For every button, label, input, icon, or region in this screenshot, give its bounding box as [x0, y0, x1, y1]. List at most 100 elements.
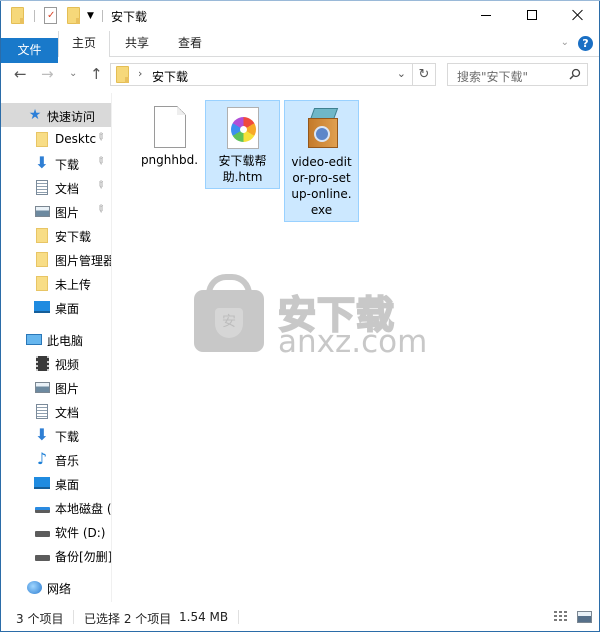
video-icon — [34, 355, 50, 371]
properties-icon[interactable]: ✓ — [44, 7, 57, 24]
sidebar-item-label: 图片 — [55, 206, 80, 220]
address-dropdown-icon[interactable]: ⌄ — [397, 67, 406, 80]
sidebar-item-label: Desktc — [55, 132, 97, 146]
sidebar-item-desktop-folder[interactable]: Desktc ✎ — [1, 127, 111, 151]
status-divider — [73, 610, 74, 624]
sidebar-item-videos[interactable]: 视频 — [1, 351, 111, 375]
search-box[interactable]: 搜索"安下载" — [447, 63, 588, 86]
drive-icon — [34, 523, 50, 539]
recent-locations-button[interactable]: ⌄ — [69, 66, 77, 82]
forward-button[interactable]: → — [41, 66, 54, 82]
customize-dropdown-icon[interactable]: ▼ — [87, 11, 94, 29]
new-folder-icon[interactable] — [67, 7, 80, 24]
breadcrumb-current[interactable]: 安下载 — [152, 68, 188, 85]
close-button[interactable] — [555, 0, 600, 30]
search-icon[interactable] — [569, 68, 581, 80]
folder-icon — [34, 131, 50, 147]
file-item[interactable]: pnghhbd. — [132, 100, 207, 171]
sidebar-item-label: 网络 — [47, 582, 72, 596]
sidebar-item-backup-drive[interactable]: 备份[勿删] — [1, 543, 111, 567]
watermark-url: anxz.com — [278, 324, 428, 360]
folder-icon — [34, 251, 50, 267]
minimize-icon — [481, 14, 491, 16]
large-icons-view-button[interactable] — [577, 611, 592, 623]
sidebar-item-pc-pictures[interactable]: 图片 — [1, 375, 111, 399]
sidebar-item-label: 备份[勿删] — [55, 550, 111, 564]
search-input[interactable]: 搜索"安下载" — [457, 68, 528, 85]
folder-icon — [11, 7, 24, 24]
file-name: pnghhbd. — [140, 153, 199, 167]
network-icon — [26, 579, 42, 595]
tab-share[interactable]: 共享 — [113, 31, 161, 56]
installer-icon — [302, 104, 342, 150]
sidebar-item-label: 桌面 — [55, 302, 80, 316]
sidebar-item-label: 未上传 — [55, 278, 92, 292]
file-name: 安下载帮助.htm — [218, 154, 267, 184]
sidebar-item-label: 图片管理器 — [55, 254, 111, 268]
sidebar-item-network[interactable]: 网络 — [1, 575, 111, 599]
help-icon[interactable]: ? — [578, 36, 593, 51]
minimize-button[interactable] — [463, 0, 509, 30]
expand-ribbon-icon[interactable]: ⌄ — [561, 37, 569, 48]
up-button[interactable]: ↑ — [90, 66, 103, 82]
sidebar-item-label: 安下载 — [55, 230, 92, 244]
sidebar-item-image-manager[interactable]: 图片管理器 — [1, 247, 111, 271]
file-item[interactable]: 安下载帮助.htm — [205, 100, 280, 189]
window-title: 安下载 — [111, 10, 148, 24]
breadcrumb-separator[interactable]: › — [138, 67, 142, 80]
pin-icon: ✎ — [93, 154, 108, 169]
title-bar: ✓ ▼ 安下载 — [1, 0, 599, 31]
sidebar-item-local-disk-c[interactable]: 本地磁盘 ( — [1, 495, 111, 519]
sidebar-item-pictures[interactable]: 图片 ✎ — [1, 199, 111, 223]
toolbar-divider — [34, 10, 35, 22]
details-view-button[interactable] — [554, 611, 569, 623]
sidebar-item-quick-access[interactable]: ★ 快速访问 — [1, 103, 111, 127]
computer-icon — [26, 331, 42, 347]
sidebar-item-music[interactable]: ♪ 音乐 — [1, 447, 111, 471]
status-bar: 3 个项目 已选择 2 个项目 1.54 MB — [1, 602, 599, 631]
navigation-pane: ★ 快速访问 Desktc ✎ ⬇ 下载 ✎ 文档 ✎ 图片 ✎ 安下载 图片管… — [1, 93, 111, 602]
refresh-button[interactable]: ↻ — [412, 63, 436, 86]
picture-icon — [34, 203, 50, 219]
item-count: 3 个项目 — [16, 612, 64, 626]
sidebar-item-downloads[interactable]: ⬇ 下载 ✎ — [1, 151, 111, 175]
tab-view[interactable]: 查看 — [165, 31, 215, 56]
sidebar-item-documents[interactable]: 文档 ✎ — [1, 175, 111, 199]
address-bar[interactable]: › 安下载 ⌄ — [110, 63, 413, 86]
htm-file-icon — [226, 107, 259, 149]
sidebar-item-label: 文档 — [55, 406, 80, 420]
selection-size: 1.54 MB — [179, 610, 229, 624]
sidebar-item-label: 此电脑 — [47, 334, 84, 348]
status-divider — [238, 610, 239, 624]
folder-icon — [34, 227, 50, 243]
file-name: video-editor-pro-setup-online.exe — [291, 155, 352, 217]
back-button[interactable]: ← — [14, 66, 27, 82]
folder-icon — [34, 275, 50, 291]
picture-icon — [34, 379, 50, 395]
tab-home[interactable]: 主页 — [58, 31, 110, 57]
sidebar-item-label: 图片 — [55, 382, 80, 396]
sidebar-item-label: 视频 — [55, 358, 80, 372]
folder-icon — [116, 66, 129, 83]
ribbon: 文件 主页 共享 查看 ⌄ ? — [1, 31, 599, 63]
document-icon — [34, 403, 50, 419]
sidebar-item-label: 桌面 — [55, 478, 80, 492]
sidebar-item-pc-documents[interactable]: 文档 — [1, 399, 111, 423]
sidebar-item-not-uploaded[interactable]: 未上传 — [1, 271, 111, 295]
sidebar-item-anxz-folder[interactable]: 安下载 — [1, 223, 111, 247]
sidebar-item-drive-d[interactable]: 软件 (D:) — [1, 519, 111, 543]
system-drive-icon — [34, 499, 50, 515]
sidebar-item-pc-downloads[interactable]: ⬇ 下载 — [1, 423, 111, 447]
drive-icon — [34, 547, 50, 563]
sidebar-item-label: 本地磁盘 ( — [55, 502, 111, 516]
sidebar-item-label: 文档 — [55, 182, 80, 196]
sidebar-item-pc-desktop[interactable]: 桌面 — [1, 471, 111, 495]
star-icon: ★ — [28, 107, 42, 123]
sidebar-item-desktop[interactable]: 桌面 — [1, 295, 111, 319]
download-icon: ⬇ — [35, 425, 49, 444]
maximize-button[interactable] — [509, 0, 555, 30]
blank-file-icon — [153, 106, 186, 148]
sidebar-item-this-pc[interactable]: 此电脑 — [1, 327, 111, 351]
music-icon: ♪ — [36, 449, 48, 468]
file-item[interactable]: video-editor-pro-setup-online.exe — [284, 100, 359, 222]
